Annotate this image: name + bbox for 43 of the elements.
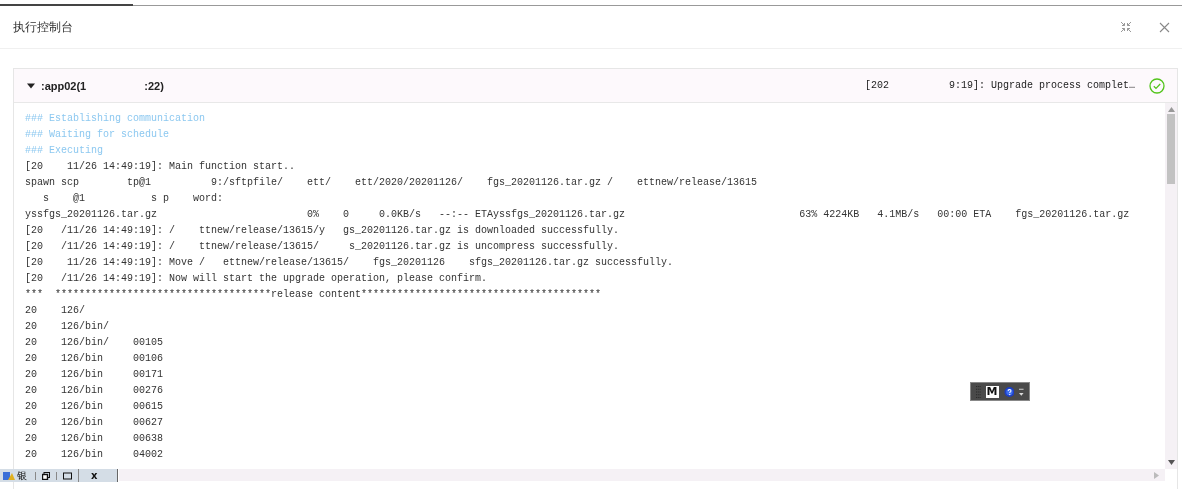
log-line: yssfgs_20201126.tar.gz 0% 0 0.0KB/s --:-- ETAyssfgs_20201126.tar.gz 63% 4224KB 4.1MB/s 00:00 ETA fgs_20201126.tar.gz bbox=[25, 208, 1130, 222]
scroll-up-icon[interactable] bbox=[1167, 107, 1175, 112]
log-line: [20 /11/26 14:49:19]: Now will start the upgrade operation, please confirm. bbox=[25, 272, 488, 286]
log-line: 20 126/bin 00106 bbox=[25, 352, 164, 366]
log-line: spawn scp tp@1 9:/sftpfile/ ett/ ett/2020/20201126/ fgs_20201126.tar.gz / ettnew/release/13615 bbox=[25, 176, 758, 190]
status-message: [202 bbox=[864, 80, 889, 91]
horizontal-scrollbar[interactable] bbox=[119, 469, 1165, 481]
host-header[interactable]: :app02(1 :22) [202 9:19]: Upgrade process complet… bbox=[14, 69, 1177, 103]
log-line: 20 126/bin 00171 bbox=[25, 368, 164, 382]
log-line: [20 11/26 14:49:19]: Move / ettnew/release/13615/ fgs_20201126 sfgs_20201126.tar.gz successfully. bbox=[25, 256, 674, 270]
vertical-scrollbar[interactable] bbox=[1165, 103, 1177, 469]
host-port: :22) bbox=[144, 79, 164, 92]
log-line: 20 126/bin 00627 bbox=[25, 416, 164, 430]
log-line: s @1 s p word: bbox=[42, 192, 224, 206]
log-line: ### Establishing communication bbox=[25, 112, 206, 126]
log-line: 20 126/bin/ bbox=[25, 320, 109, 334]
dropdown-icon[interactable] bbox=[1019, 386, 1024, 397]
scrollbar-thumb[interactable] bbox=[1167, 114, 1175, 184]
log-line: *** ************************************release content**************************************** bbox=[25, 288, 602, 302]
scroll-down-icon[interactable] bbox=[1167, 460, 1175, 465]
log-line: 20 126/bin 04002 bbox=[25, 448, 164, 462]
help-icon[interactable] bbox=[1003, 385, 1015, 398]
log-line: ### Waiting for schedule bbox=[25, 128, 170, 142]
dialog-title: 执行控制台 bbox=[13, 18, 74, 36]
log-line: 20 126/bin 00638 bbox=[25, 432, 164, 446]
log-line: 20 126/bin 00615 bbox=[25, 400, 164, 414]
grip-icon[interactable] bbox=[976, 384, 981, 399]
log-line: [20 11/26 14:49:19]: Main function start.. bbox=[25, 160, 296, 174]
m-key[interactable]: M bbox=[985, 385, 999, 398]
caret-icon[interactable] bbox=[27, 81, 35, 90]
log-line: 20 126/bin/ 00105 bbox=[25, 336, 164, 350]
close-button[interactable]: x bbox=[78, 469, 108, 482]
close-icon[interactable] bbox=[1159, 21, 1170, 33]
log-line: [20 /11/26 14:49:19]: / ttnew/release/13615/y gs_20201126.tar.gz is downloaded successfully. bbox=[25, 224, 620, 238]
status-message: 9:19]: Upgrade process complet… bbox=[948, 80, 1135, 91]
host-name: :app02(1 bbox=[41, 79, 87, 92]
window-title: 银 bbox=[17, 469, 27, 482]
collapse-icon[interactable] bbox=[1120, 21, 1132, 33]
log-line: 20 126/bin 00276 bbox=[25, 384, 164, 398]
log-line: 20 126/ bbox=[25, 304, 85, 318]
log-line: ### Executing bbox=[25, 144, 103, 158]
log-line: [20 /11/26 14:49:19]: / ttnew/release/13615/ s_20201126.tar.gz is uncompress successfully. bbox=[25, 240, 620, 254]
app-icon[interactable] bbox=[3, 470, 15, 481]
